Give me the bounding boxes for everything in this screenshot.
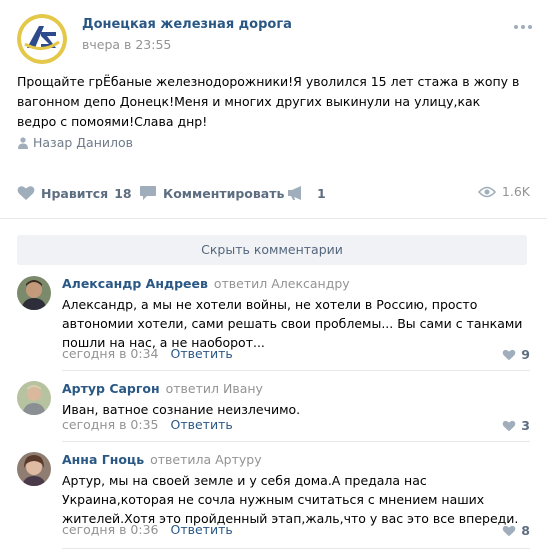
comment-header: Артур Саргон ответил Ивану [62, 381, 263, 396]
commenter-name-link[interactable]: Анна Гноць [62, 452, 144, 467]
post-actions-bar: Нравится 18 Комментировать 1 1.6K [17, 184, 530, 202]
comment-timestamp[interactable]: сегодня в 0:36 [62, 522, 159, 537]
group-name-link[interactable]: Донецкая железная дорога [82, 17, 292, 32]
views-counter: 1.6K [477, 184, 530, 199]
comment-header: Анна Гноць ответила Артуру [62, 452, 262, 467]
share-button[interactable]: 1 [287, 184, 326, 202]
commenter-name-link[interactable]: Артур Саргон [62, 381, 160, 396]
commenter-avatar[interactable] [17, 381, 51, 415]
like-label: Нравится [41, 185, 109, 201]
like-button[interactable]: Нравится 18 [17, 184, 132, 202]
heart-icon [503, 349, 516, 360]
commenter-avatar[interactable] [17, 452, 51, 486]
comment-like-button[interactable]: 3 [502, 418, 530, 433]
author-name-link[interactable]: Назар Данилов [33, 135, 133, 150]
post-text: Прощайте грЁбаные железнодорожники!Я уво… [17, 74, 520, 129]
comment-label: Комментировать [163, 185, 285, 201]
person-icon [18, 137, 28, 149]
reply-button[interactable]: Ответить [170, 522, 232, 537]
comment-item: Артур Саргон ответил Ивану Иван, ватное … [17, 381, 530, 442]
comment-item: Александр Андреев ответил Александру Але… [17, 276, 530, 371]
comment-item: Анна Гноць ответила Артуру Артур, мы на … [17, 452, 530, 549]
comment-timestamp[interactable]: сегодня в 0:35 [62, 417, 159, 432]
reply-button[interactable]: Ответить [170, 417, 232, 432]
comment-like-button[interactable]: 9 [502, 347, 530, 362]
comment-meta: сегодня в 0:35 Ответить [62, 417, 233, 432]
post-header: Донецкая железная дорога вчера в 23:55 [17, 14, 537, 64]
comment-divider [62, 370, 530, 371]
like-count: 18 [114, 185, 132, 201]
comment-text: Артур, мы на своей земле и у себя дома.А… [62, 473, 519, 526]
reply-button[interactable]: Ответить [170, 346, 232, 361]
comment-timestamp[interactable]: сегодня в 0:34 [62, 346, 159, 361]
comment-divider [62, 441, 530, 442]
heart-icon [503, 420, 516, 431]
more-options-icon[interactable] [514, 18, 534, 34]
post-timestamp[interactable]: вчера в 23:55 [82, 37, 171, 52]
group-logo-avatar[interactable] [17, 14, 67, 64]
comment-text: Александр, а мы не хотели войны, не хоте… [62, 297, 523, 350]
reply-to-label[interactable]: ответил Ивану [166, 381, 263, 396]
megaphone-share-icon [288, 186, 301, 200]
comment-button[interactable]: Комментировать [139, 184, 284, 202]
reply-to-label[interactable]: ответила Артуру [150, 452, 262, 467]
reply-to-label[interactable]: ответил Александру [214, 276, 350, 291]
hide-comments-button[interactable]: Скрыть комментарии [17, 235, 527, 265]
views-count: 1.6K [501, 184, 530, 199]
actions-divider [0, 218, 547, 219]
comment-like-count: 3 [521, 418, 530, 433]
comment-meta: сегодня в 0:34 Ответить [62, 346, 233, 361]
comment-header: Александр Андреев ответил Александру [62, 276, 350, 291]
share-count: 1 [317, 185, 326, 201]
comment-like-count: 8 [521, 523, 530, 538]
comment-divider [62, 548, 530, 549]
commenter-name-link[interactable]: Александр Андреев [62, 276, 208, 291]
heart-icon [503, 525, 516, 536]
commenter-avatar[interactable] [17, 276, 51, 310]
eye-icon [477, 186, 496, 197]
comment-meta: сегодня в 0:36 Ответить [62, 522, 233, 537]
comment-like-count: 9 [521, 347, 530, 362]
comment-like-button[interactable]: 8 [502, 523, 530, 538]
heart-icon [17, 186, 35, 200]
comment-bubble-icon [140, 186, 156, 200]
